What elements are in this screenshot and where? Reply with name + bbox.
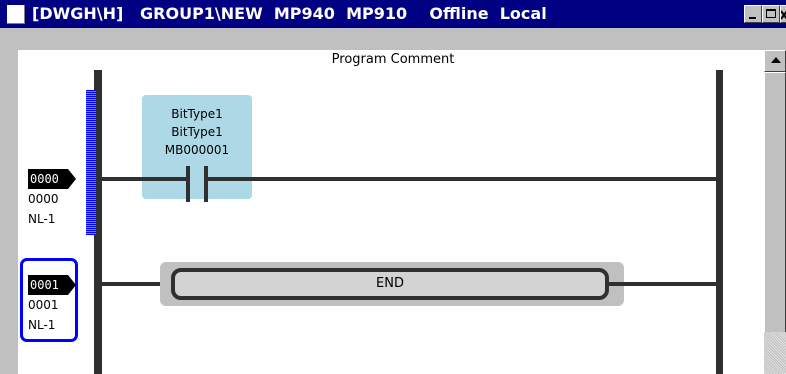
window-title: [DWGH\H] GROUP1\NEW MP940 MP910 Offline …: [32, 4, 547, 23]
scroll-up-button[interactable]: [764, 50, 786, 72]
minimize-button[interactable]: [744, 5, 762, 23]
contact-comment-2: BitType1: [171, 125, 223, 139]
scroll-track[interactable]: [764, 332, 786, 374]
contact-comment-1: BitType1: [171, 107, 223, 121]
close-button[interactable]: [780, 5, 786, 23]
maximize-icon: [766, 9, 776, 18]
scroll-thumb[interactable]: [764, 72, 786, 332]
contact-no-icon-right-bar: [204, 166, 208, 202]
right-power-rail: [716, 70, 723, 374]
contact-element[interactable]: BitType1 BitType1 MB000001: [142, 95, 252, 199]
row-net-0: NL-1: [28, 212, 56, 226]
contact-no-icon: [186, 166, 190, 202]
rung-1-wire-right: [609, 282, 716, 286]
ladder-canvas[interactable]: [18, 50, 764, 374]
program-comment: Program Comment: [331, 52, 455, 67]
row-net-1: NL-1: [28, 318, 56, 332]
row-tag-0[interactable]: 0000: [28, 169, 76, 189]
row-number-0: 0000: [28, 192, 59, 206]
rung-marker-hatch: [86, 90, 96, 235]
minimize-icon: [749, 17, 756, 19]
row-number-1: 0001: [28, 298, 59, 312]
row-tag-1[interactable]: 0001: [28, 275, 76, 295]
window-system-icon[interactable]: [7, 5, 25, 24]
scroll-up-arrow-icon: [771, 57, 781, 63]
rung-0-wire-left: [102, 177, 186, 181]
contact-address: MB000001: [164, 143, 230, 157]
end-instruction[interactable]: END: [171, 268, 609, 300]
window-title-bar[interactable]: [DWGH\H] GROUP1\NEW MP940 MP910 Offline …: [0, 0, 786, 28]
rung-0-wire-right: [208, 177, 716, 181]
close-icon: [781, 10, 786, 20]
maximize-button[interactable]: [762, 5, 780, 23]
